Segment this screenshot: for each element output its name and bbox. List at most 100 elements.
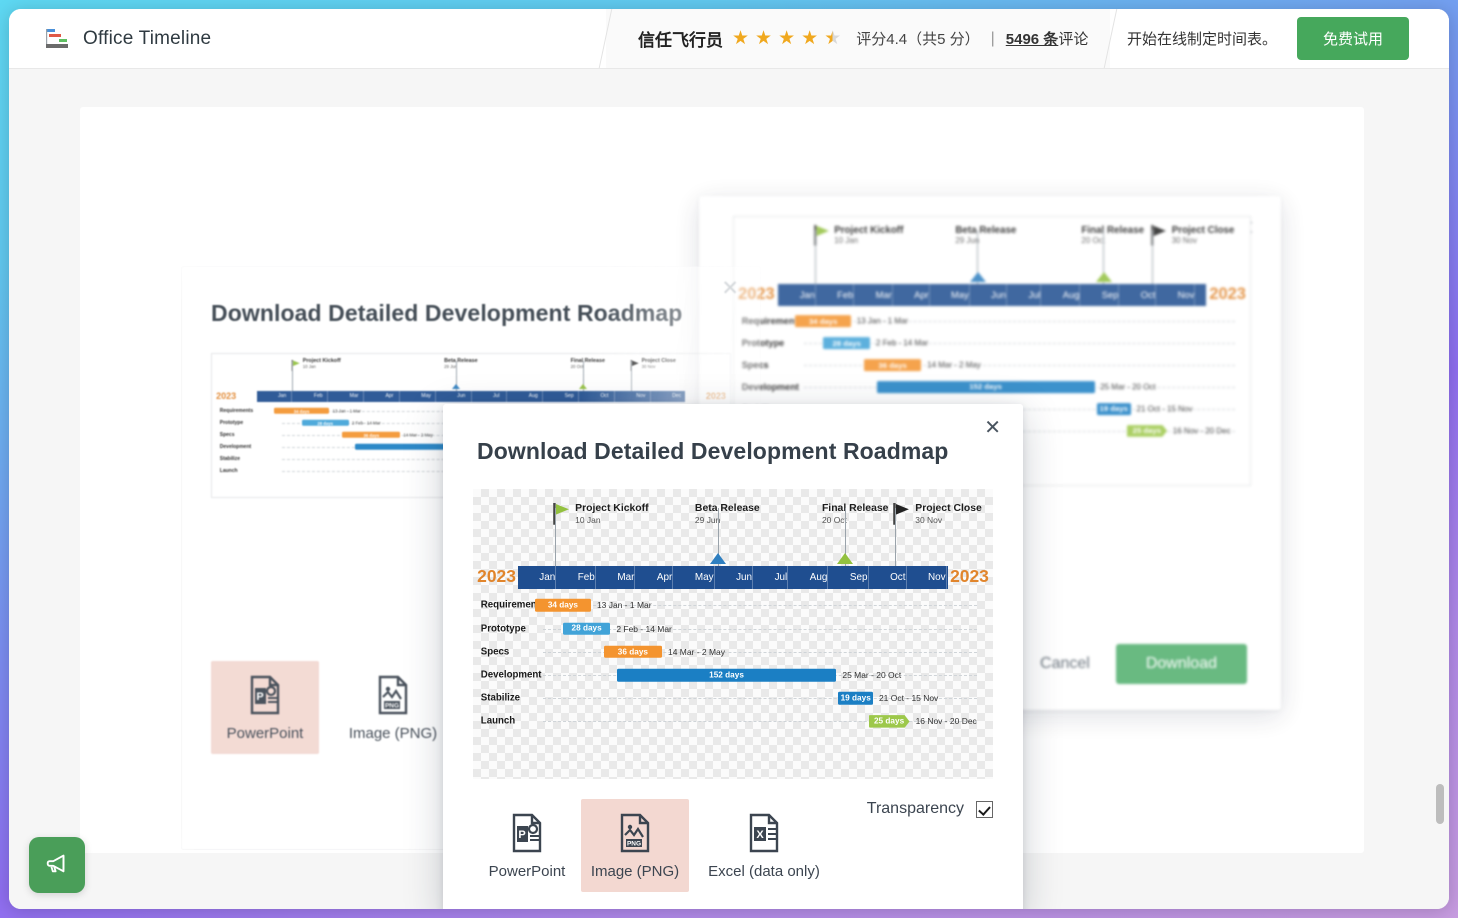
task-bar: 152 days (617, 669, 837, 682)
format-label: Image (PNG) (591, 863, 679, 880)
free-trial-button[interactable]: 免费试用 (1297, 17, 1409, 60)
format-tile-powerpoint[interactable]: P PowerPoint (473, 799, 581, 892)
download-dialog-front: ✕ Download Detailed Development Roadmap … (443, 404, 1023, 909)
milestone-date: 29 Jun (444, 364, 477, 369)
format-tile-excel[interactable]: X Excel (data only) (689, 799, 839, 892)
axis-month-label: Apr (893, 284, 930, 306)
rating-count-suffix: 评论 (1058, 31, 1088, 48)
milestone-triangle-icon (970, 272, 986, 282)
milestone-date: 20 Oct (822, 515, 889, 525)
megaphone-icon (44, 850, 70, 881)
gantt-milestones: Project Kickoff10 JanBeta Release29 JunF… (212, 358, 730, 391)
rating-count-number: 5496 条 (1006, 31, 1059, 48)
milestone-triangle-icon (452, 384, 460, 389)
axis-month-label: Aug (788, 566, 828, 589)
gantt-milestone: Project Close30 Nov (1150, 225, 1234, 251)
milestone-name: Project Close (1172, 225, 1235, 236)
format-tile-powerpoint-mid[interactable]: P PowerPoint (211, 661, 319, 754)
task-baseline (543, 721, 977, 722)
gantt-milestone: Beta Release29 Jun (977, 225, 1041, 246)
task-dates: 2 Feb - 14 Mar (876, 339, 928, 348)
task-dates: 25 Mar - 20 Oct (842, 670, 901, 680)
download-button[interactable]: Download (1116, 644, 1247, 684)
milestone-name: Beta Release (955, 225, 1016, 236)
feedback-button[interactable] (29, 837, 85, 893)
axis-month-label: Mar (328, 391, 364, 403)
axis-month-label: Oct (1119, 284, 1156, 306)
format-tile-png-mid[interactable]: PNG Image (PNG) (339, 661, 447, 754)
format-label: Image (PNG) (349, 725, 437, 742)
task-dates: 2 Feb - 14 Mar (616, 624, 672, 634)
close-icon[interactable]: ✕ (721, 278, 739, 299)
task-bar: 36 days (864, 359, 922, 371)
format-tile-png[interactable]: PNG Image (PNG) (581, 799, 689, 892)
dialog-title: Download Detailed Development Roadmap (477, 438, 948, 465)
task-bar: 34 days (795, 316, 851, 328)
milestone-name: Project Kickoff (834, 225, 903, 236)
task-bar: 19 days (838, 692, 872, 705)
milestone-date: 29 Jun (955, 236, 1016, 246)
gantt-milestone: Project Kickoff10 Jan (552, 503, 648, 530)
milestone-name: Project Kickoff (575, 503, 648, 515)
axis-month-label: Jun (715, 566, 754, 589)
svg-text:P: P (256, 691, 263, 703)
gantt-chart-front: Project Kickoff10 JanBeta Release29 JunF… (473, 489, 993, 779)
axis-month-label: Feb (816, 284, 854, 306)
axis-month-label: May (673, 566, 714, 589)
axis-month-label: Nov (907, 566, 947, 589)
axis-month-label: Jul (753, 566, 788, 589)
gantt-month-axis: JanFebMarAprMayJunJulAugSepOctNovDec (778, 284, 1205, 306)
milestone-connector (815, 230, 816, 285)
axis-month-label: Feb (292, 391, 328, 403)
task-bar: 36 days (604, 646, 662, 659)
milestone-name: Beta Release (695, 503, 760, 515)
brand-area[interactable]: Office Timeline (9, 9, 605, 68)
gantt-month-axis: JanFebMarAprMayJunJulAugSepOctNovDec (518, 566, 949, 589)
svg-text:PNG: PNG (627, 841, 641, 848)
task-bar: 25 days (1127, 425, 1168, 437)
gantt-milestone: Final Release20 Oct (583, 358, 619, 369)
cancel-button[interactable]: Cancel (1040, 655, 1090, 673)
format-options-front: P PowerPoint (473, 799, 839, 892)
axis-month-label: Feb (556, 566, 596, 589)
brand-name: Office Timeline (83, 28, 211, 50)
milestone-triangle-icon (579, 384, 587, 389)
axis-month-label: Apr (364, 391, 400, 403)
axis-month-label: Oct (869, 566, 907, 589)
dialog-footer-back: Cancel Download (1040, 644, 1247, 684)
task-name: Stabilize (220, 456, 240, 462)
task-dates: 21 Oct - 15 Nov (1137, 404, 1193, 413)
axis-month-label: Jan (778, 284, 815, 306)
task-dates: 2 Feb - 14 Mar (352, 420, 381, 425)
page-body: ✕ Project Kickoff10 JanBeta Release29 Ju… (9, 69, 1449, 909)
star-half-icon-5: ★ (824, 29, 841, 48)
transparency-checkbox[interactable] (976, 801, 993, 818)
task-name: Launch (481, 716, 515, 727)
gantt-milestone: Project Close30 Nov (630, 358, 676, 376)
milestone-date: 10 Jan (575, 515, 648, 525)
axis-year-right: 2023 (1209, 285, 1246, 304)
task-name: Prototype (481, 623, 526, 634)
gantt-task-row: Prototype28 days2 Feb - 14 Mar (734, 332, 1250, 354)
axis-year-right: 2023 (706, 391, 726, 401)
rating-score-text: 评分4.4（共5 分） (856, 28, 979, 49)
rating-count[interactable]: 5496 条评论 (1006, 28, 1089, 49)
gantt-milestone: Project Close30 Nov (892, 503, 982, 530)
scrollbar-thumb[interactable] (1436, 784, 1444, 824)
task-dates: 13 Jan - 1 Mar (857, 317, 908, 326)
scrollbar-track[interactable] (1433, 129, 1447, 909)
task-bar: 28 days (563, 622, 610, 635)
milestone-name: Final Release (1081, 225, 1144, 236)
milestone-connector (292, 361, 293, 391)
task-name: Requirements (220, 408, 253, 414)
close-icon[interactable]: ✕ (984, 418, 1001, 438)
transparency-option[interactable]: Transparency (867, 800, 993, 818)
star-icon-1: ★ (732, 29, 749, 48)
trustpilot-rating[interactable]: 信任飞行员 ★ ★ ★ ★ ★ 评分4.4（共5 分） | 5496 条评论 (606, 9, 1110, 68)
gantt-milestone: Project Kickoff10 Jan (813, 225, 904, 251)
axis-month-label: Oct (579, 391, 615, 403)
cta-text: 开始在线制定时间表。 (1127, 28, 1277, 49)
gantt-milestone: Beta Release29 Jun (456, 358, 491, 369)
rating-title: 信任飞行员 (638, 26, 723, 51)
milestone-name: Final Release (822, 503, 889, 515)
